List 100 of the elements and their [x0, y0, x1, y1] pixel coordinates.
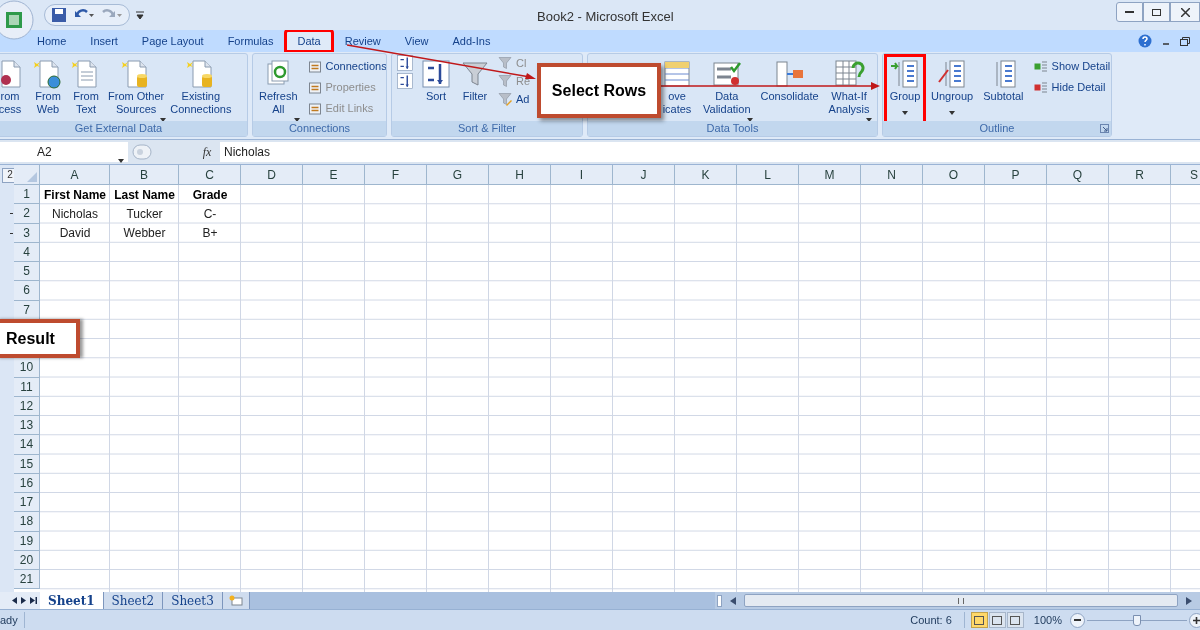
- row-header[interactable]: 13: [14, 416, 40, 436]
- row-header[interactable]: 7: [14, 300, 40, 320]
- zoom-slider[interactable]: [1087, 612, 1187, 628]
- ribbon-tab[interactable]: Add-Ins: [440, 30, 503, 52]
- insert-sheet-button[interactable]: [222, 592, 250, 609]
- zoom-out-button[interactable]: [1070, 612, 1085, 628]
- sheet-tab[interactable]: Sheet2: [103, 592, 164, 609]
- ribbon-tab[interactable]: Review: [332, 30, 393, 52]
- zoom-in-button[interactable]: [1189, 612, 1200, 628]
- ribbon-tab[interactable]: View: [392, 30, 441, 52]
- name-box[interactable]: A2: [0, 142, 128, 162]
- row-header[interactable]: 18: [14, 512, 40, 532]
- column-header[interactable]: P: [985, 165, 1047, 185]
- column-header[interactable]: H: [489, 165, 551, 185]
- row-header[interactable]: 20: [14, 550, 40, 570]
- sort-button[interactable]: [396, 73, 414, 89]
- row-header[interactable]: 5: [14, 262, 40, 282]
- ribbon-tab[interactable]: Page Layout: [129, 30, 216, 52]
- funnel-pencil-icon: [497, 91, 513, 107]
- column-header[interactable]: O: [923, 165, 985, 185]
- column-header[interactable]: M: [799, 165, 861, 185]
- scroll-left-icon[interactable]: [730, 596, 736, 605]
- sort-button[interactable]: [396, 55, 414, 71]
- button-label: Text: [75, 103, 97, 116]
- column-header[interactable]: F: [365, 165, 427, 185]
- office-button-icon[interactable]: [0, 0, 34, 40]
- ribbon-button[interactable]: Consolidate: [757, 56, 822, 121]
- ribbon-button[interactable]: Ungroup: [928, 56, 977, 121]
- dialog-launcher-icon[interactable]: [1100, 124, 1109, 133]
- ribbon-button[interactable]: Sort: [417, 56, 455, 121]
- outline-level-button[interactable]: 2: [2, 167, 14, 183]
- row-header[interactable]: 1: [14, 185, 40, 205]
- column-header[interactable]: J: [613, 165, 675, 185]
- row-header[interactable]: 11: [14, 377, 40, 397]
- column-header[interactable]: G: [427, 165, 489, 185]
- ribbon-small-button[interactable]: Ad: [497, 91, 531, 107]
- save-icon[interactable]: [51, 7, 67, 23]
- ribbon-small-button[interactable]: Hide Detail: [1032, 77, 1111, 98]
- help-icon[interactable]: [1138, 34, 1152, 48]
- button-label: Subtotal: [983, 90, 1024, 103]
- insert-function-button[interactable]: fx: [198, 143, 216, 161]
- minimize-button[interactable]: [1116, 2, 1143, 22]
- row-header[interactable]: 12: [14, 396, 40, 416]
- row-header[interactable]: 10: [14, 358, 40, 378]
- ribbon-small-button[interactable]: Connections: [306, 56, 386, 77]
- row-header[interactable]: 2: [14, 204, 40, 224]
- column-header[interactable]: N: [861, 165, 923, 185]
- customize-menu-icon[interactable]: [136, 11, 144, 19]
- horizontal-scrollbar-thumb[interactable]: [744, 594, 1178, 607]
- ribbon-button[interactable]: Group: [886, 56, 924, 121]
- view-button[interactable]: [1006, 612, 1024, 628]
- scroll-right-icon[interactable]: [1186, 596, 1192, 605]
- column-header[interactable]: A: [40, 165, 110, 185]
- column-header[interactable]: S: [1171, 165, 1200, 185]
- ribbon-small-button[interactable]: Show Detail: [1032, 56, 1111, 77]
- ribbon-tab[interactable]: Insert: [78, 30, 130, 52]
- column-header[interactable]: B: [110, 165, 179, 185]
- restore-icon[interactable]: [1180, 36, 1190, 46]
- row-header[interactable]: 14: [14, 435, 40, 455]
- column-header[interactable]: E: [303, 165, 365, 185]
- view-button[interactable]: [988, 612, 1006, 628]
- row-header[interactable]: 19: [14, 531, 40, 551]
- formula-input[interactable]: Nicholas: [220, 142, 1200, 162]
- column-header[interactable]: K: [675, 165, 737, 185]
- column-header[interactable]: Q: [1047, 165, 1109, 185]
- ribbon-tab[interactable]: Formulas: [215, 30, 286, 52]
- row-header[interactable]: 6: [14, 281, 40, 301]
- zoom-level-text[interactable]: 100%: [1033, 611, 1062, 629]
- row-header[interactable]: 15: [14, 454, 40, 474]
- restore-button[interactable]: [1143, 2, 1170, 22]
- column-header[interactable]: R: [1109, 165, 1171, 185]
- row-header[interactable]: 4: [14, 242, 40, 262]
- window-title: Book2 - Microsoft Excel: [537, 8, 674, 26]
- ribbon-button[interactable]: From Text: [67, 56, 105, 121]
- ribbon-button[interactable]: Filter: [456, 56, 494, 121]
- table-cell-text: C-: [203, 205, 217, 223]
- table-cell-text: Webber: [123, 225, 166, 243]
- next-sheet-icon[interactable]: [21, 597, 26, 604]
- zoom-slider-thumb[interactable]: [1133, 614, 1141, 626]
- row-header[interactable]: 17: [14, 493, 40, 513]
- previous-sheet-icon[interactable]: [12, 597, 17, 604]
- ribbon-button[interactable]: rom cess: [0, 56, 29, 121]
- row-header[interactable]: 21: [14, 570, 40, 590]
- split-box[interactable]: [717, 594, 722, 607]
- column-header[interactable]: C: [179, 165, 241, 185]
- column-header[interactable]: I: [551, 165, 613, 185]
- ribbon-button[interactable]: Subtotal: [980, 56, 1027, 121]
- minus-list-icon: [1032, 79, 1049, 96]
- ribbon-tab[interactable]: Home: [25, 30, 79, 52]
- row-header[interactable]: 16: [14, 473, 40, 493]
- close-button[interactable]: [1170, 2, 1200, 22]
- sheet-tab[interactable]: Sheet3: [163, 592, 223, 609]
- view-button[interactable]: [970, 612, 988, 628]
- row-header[interactable]: 3: [14, 223, 40, 243]
- column-header[interactable]: L: [737, 165, 799, 185]
- ribbon-tab[interactable]: Data: [285, 30, 333, 52]
- column-header[interactable]: D: [241, 165, 303, 185]
- close-icon: [1180, 7, 1190, 17]
- last-sheet-icon[interactable]: [30, 597, 37, 604]
- sheet-tab[interactable]: Sheet1: [40, 592, 104, 609]
